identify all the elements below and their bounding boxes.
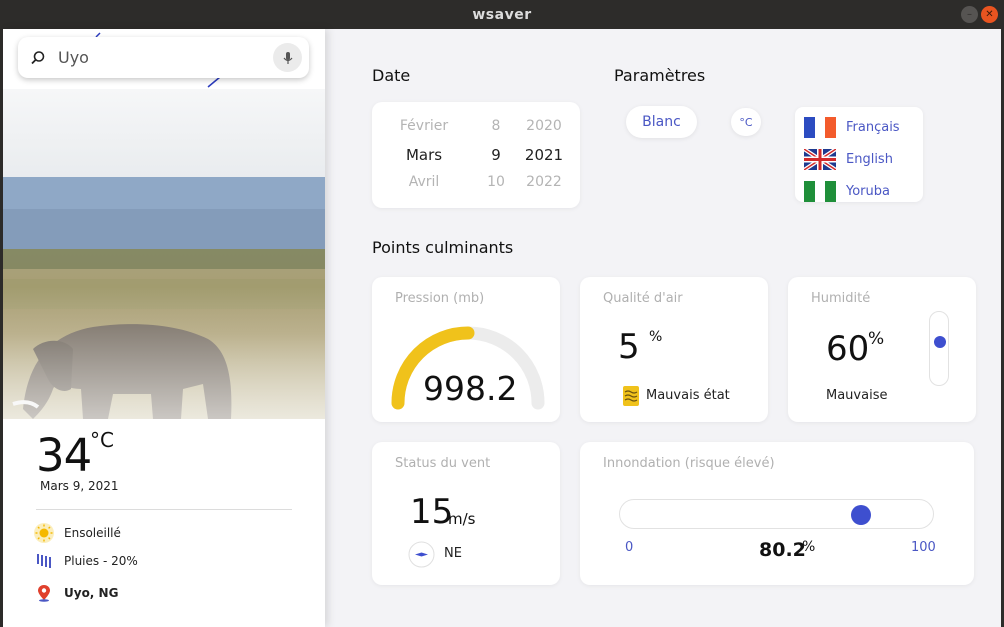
compass-icon xyxy=(408,541,435,568)
uk-flag-icon xyxy=(804,149,836,170)
air-quality-icon xyxy=(623,386,639,406)
language-option-english[interactable]: English xyxy=(804,149,893,170)
year-cell[interactable]: 2020 xyxy=(520,118,568,134)
minimize-button[interactable]: – xyxy=(961,6,978,23)
temperature-unit: °C xyxy=(90,428,114,452)
flood-card: Innondation (risque élevé) 0 80.2 % 100 xyxy=(580,442,974,585)
flood-unit: % xyxy=(802,539,816,555)
humidity-level-indicator xyxy=(934,336,946,349)
date-picker[interactable]: Février 8 2020 Mars 9 2021 Avril 10 2022 xyxy=(372,102,580,208)
condition-label: Uyo, NG xyxy=(64,586,119,600)
day-cell[interactable]: 9 xyxy=(478,146,514,164)
search-icon xyxy=(18,50,58,66)
microphone-icon xyxy=(283,51,292,64)
month-cell[interactable]: Février xyxy=(382,118,466,134)
sidebar-divider xyxy=(36,509,292,510)
nigeria-flag-icon xyxy=(804,181,836,202)
humidity-card: Humidité 60 % Mauvaise xyxy=(788,277,976,422)
window-titlebar: wsaver – ✕ xyxy=(0,0,1004,29)
flood-max-label: 100 xyxy=(911,540,936,555)
window-title: wsaver xyxy=(472,6,532,23)
main-panel: Date Février 8 2020 Mars 9 2021 Avril 10… xyxy=(325,29,1001,627)
air-quality-card: Qualité d'air 5 % Mauvais état xyxy=(580,277,768,422)
year-cell[interactable]: 2022 xyxy=(520,174,568,190)
pressure-label: Pression (mb) xyxy=(395,291,485,306)
language-label: English xyxy=(846,152,893,167)
location-pin-icon xyxy=(33,582,55,604)
month-cell[interactable]: Mars xyxy=(382,146,466,164)
humidity-level-track xyxy=(929,311,949,386)
rain-icon xyxy=(33,550,55,572)
wind-card: Status du vent 15 m/s NE xyxy=(372,442,560,585)
humidity-label: Humidité xyxy=(811,291,871,306)
condition-rain: Pluies - 20% xyxy=(33,550,138,572)
flood-slider-handle[interactable] xyxy=(851,505,872,525)
humidity-value: 60 xyxy=(826,329,870,369)
condition-label: Pluies - 20% xyxy=(64,554,138,568)
flood-slider-track[interactable] xyxy=(619,499,934,529)
sidebar: 34 °C Mars 9, 2021 Ensoleillé Pluies - 2… xyxy=(3,29,325,627)
condition-location: Uyo, NG xyxy=(33,582,118,604)
elephant-landscape-image xyxy=(3,89,325,419)
wind-direction: NE xyxy=(444,546,462,561)
wind-unit: m/s xyxy=(448,510,476,528)
air-quality-unit: % xyxy=(649,329,663,345)
date-section-title: Date xyxy=(372,66,411,85)
air-quality-value: 5 xyxy=(618,327,640,367)
flood-value: 80.2 xyxy=(759,539,806,561)
air-quality-label: Qualité d'air xyxy=(603,291,683,306)
search-bar[interactable] xyxy=(18,37,309,78)
month-cell[interactable]: Avril xyxy=(382,174,466,190)
settings-section-title: Paramètres xyxy=(614,66,706,85)
language-label: Yoruba xyxy=(846,184,890,199)
wind-value: 15 xyxy=(410,492,454,532)
flood-min-label: 0 xyxy=(625,540,634,555)
sun-icon xyxy=(33,522,55,544)
flood-label: Innondation (risque élevé) xyxy=(603,456,775,471)
microphone-button[interactable] xyxy=(273,43,302,72)
humidity-unit: % xyxy=(868,329,885,349)
condition-label: Ensoleillé xyxy=(64,526,121,540)
highlights-section-title: Points culminants xyxy=(372,238,514,257)
air-quality-status: Mauvais état xyxy=(646,388,730,403)
day-cell[interactable]: 10 xyxy=(478,174,514,190)
wind-label: Status du vent xyxy=(395,456,491,471)
language-label: Français xyxy=(846,120,900,135)
search-input[interactable] xyxy=(58,48,258,67)
day-cell[interactable]: 8 xyxy=(478,118,514,134)
weather-photo xyxy=(3,89,325,419)
current-date: Mars 9, 2021 xyxy=(40,479,119,493)
current-temperature: 34 xyxy=(36,429,92,482)
unit-toggle-button[interactable]: °C xyxy=(731,108,761,136)
france-flag-icon xyxy=(804,117,836,138)
pressure-card: Pression (mb) 998.2 xyxy=(372,277,560,422)
humidity-status: Mauvaise xyxy=(826,388,888,403)
condition-sunny: Ensoleillé xyxy=(33,522,121,544)
theme-button[interactable]: Blanc xyxy=(626,106,697,138)
pressure-value: 998.2 xyxy=(423,369,518,408)
year-cell[interactable]: 2021 xyxy=(520,146,568,164)
close-button[interactable]: ✕ xyxy=(981,6,998,23)
language-menu: Français English Yoruba xyxy=(795,107,923,202)
language-option-yoruba[interactable]: Yoruba xyxy=(804,181,890,202)
language-option-francais[interactable]: Français xyxy=(804,117,900,138)
